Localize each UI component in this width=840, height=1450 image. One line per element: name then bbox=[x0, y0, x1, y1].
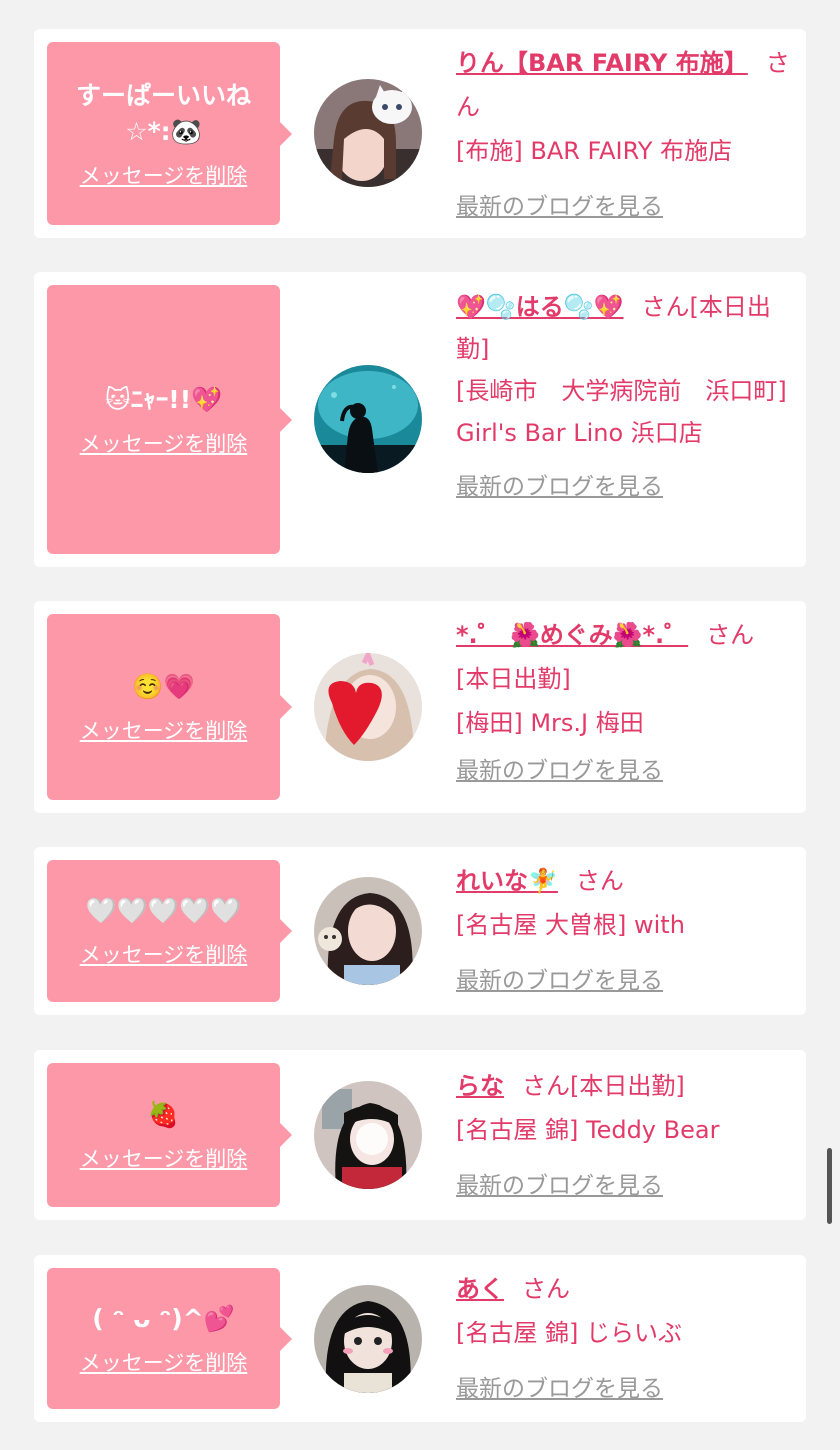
attendance-status: [本日出勤] bbox=[456, 665, 571, 693]
message-bubble: すーぱーいいね☆*:🐼 メッセージを削除 bbox=[47, 42, 292, 225]
name-row: らな さん[本日出勤] bbox=[456, 1064, 791, 1108]
message-card: 🤍🤍🤍🤍🤍 メッセージを削除 れいな🧚 さん [名古屋 大曽根] with 最新の… bbox=[34, 847, 806, 1015]
name-row: 💖🫧はる🫧💖 さん[本日出勤] bbox=[456, 286, 791, 370]
message-bubble: 🐱ﾆｬｰ!!💖 メッセージを削除 bbox=[47, 285, 292, 554]
delete-message-link[interactable]: メッセージを削除 bbox=[80, 1143, 248, 1173]
profile-info: 💖🫧はる🫧💖 さん[本日出勤] [長崎市 大学病院前 浜口町] Girl's Ba… bbox=[456, 286, 791, 508]
message-text: すーぱーいいね☆*:🐼 bbox=[75, 80, 251, 146]
profile-name-link[interactable]: れいな🧚 bbox=[456, 867, 558, 895]
message-bubble: 🤍🤍🤍🤍🤍 メッセージを削除 bbox=[47, 860, 292, 1002]
profile-info: *.゜ 🌺めぐみ🌺*.゜ さん [本日出勤] [梅田] Mrs.J 梅田 最新のブ… bbox=[456, 613, 791, 793]
name-row: りん【BAR FAIRY 布施】 さん bbox=[456, 41, 791, 129]
shop-name: [名古屋 錦] じらいぶ bbox=[456, 1319, 682, 1347]
profile-info: らな さん[本日出勤] [名古屋 錦] Teddy Bear 最新のブログを見る bbox=[456, 1064, 791, 1208]
profile-name-link[interactable]: 💖🫧はる🫧💖 bbox=[456, 293, 624, 321]
message-bubble: ( ᵔ ᴗ ᵔ)^💕 メッセージを削除 bbox=[47, 1268, 292, 1409]
profile-name-link[interactable]: りん【BAR FAIRY 布施】 bbox=[456, 49, 748, 77]
blog-link[interactable]: 最新のブログを見る bbox=[456, 959, 663, 1003]
shop-name: [名古屋 大曽根] with bbox=[456, 911, 685, 939]
name-row: れいな🧚 さん bbox=[456, 859, 791, 903]
avatar[interactable] bbox=[314, 877, 422, 985]
message-text: 🍓 bbox=[147, 1100, 180, 1129]
avatar[interactable] bbox=[314, 653, 422, 761]
delete-message-link[interactable]: メッセージを削除 bbox=[80, 1347, 248, 1377]
honorific: さん bbox=[706, 621, 755, 649]
delete-message-link[interactable]: メッセージを削除 bbox=[80, 428, 248, 458]
blog-link[interactable]: 最新のブログを見る bbox=[456, 749, 663, 793]
message-card: ☺️💗 メッセージを削除 *.゜ 🌺めぐみ🌺*.゜ さん [本日出勤] [梅田] … bbox=[34, 601, 806, 813]
message-card: 🍓 メッセージを削除 らな さん[本日出勤] [名古屋 錦] Teddy Bear… bbox=[34, 1050, 806, 1220]
shop-name: [名古屋 錦] Teddy Bear bbox=[456, 1116, 720, 1144]
blog-link[interactable]: 最新のブログを見る bbox=[456, 185, 663, 229]
message-text: 🤍🤍🤍🤍🤍 bbox=[85, 896, 242, 925]
profile-info: れいな🧚 さん [名古屋 大曽根] with 最新のブログを見る bbox=[456, 859, 791, 1003]
message-text: ( ᵔ ᴗ ᵔ)^💕 bbox=[92, 1303, 235, 1333]
delete-message-link[interactable]: メッセージを削除 bbox=[80, 160, 248, 190]
avatar[interactable] bbox=[314, 365, 422, 473]
profile-name-link[interactable]: *.゜ 🌺めぐみ🌺*.゜ bbox=[456, 621, 688, 649]
profile-name-link[interactable]: らな bbox=[456, 1072, 504, 1100]
shop-name: [梅田] Mrs.J 梅田 bbox=[456, 709, 644, 737]
blog-link[interactable]: 最新のブログを見る bbox=[456, 1164, 663, 1208]
message-card: ( ᵔ ᴗ ᵔ)^💕 メッセージを削除 あく さん [名古屋 錦] じらいぶ 最新… bbox=[34, 1255, 806, 1422]
delete-message-link[interactable]: メッセージを削除 bbox=[80, 715, 248, 745]
message-text: ☺️💗 bbox=[132, 672, 195, 701]
avatar[interactable] bbox=[314, 1081, 422, 1189]
honorific: さん bbox=[522, 1072, 570, 1100]
shop-name: [布施] BAR FAIRY 布施店 bbox=[456, 137, 733, 165]
honorific: さん bbox=[575, 867, 624, 895]
message-card: すーぱーいいね☆*:🐼 メッセージを削除 りん【BAR FAIRY 布施】 さん … bbox=[34, 29, 806, 238]
blog-link[interactable]: 最新のブログを見る bbox=[456, 1367, 663, 1411]
attendance-status: [本日出勤] bbox=[570, 1072, 685, 1100]
message-text: 🐱ﾆｬｰ!!💖 bbox=[104, 384, 223, 414]
honorific: さん bbox=[641, 293, 690, 321]
profile-info: りん【BAR FAIRY 布施】 さん [布施] BAR FAIRY 布施店 最新… bbox=[456, 41, 791, 229]
name-row: あく さん bbox=[456, 1267, 791, 1311]
name-row: *.゜ 🌺めぐみ🌺*.゜ さん bbox=[456, 613, 791, 657]
blog-link[interactable]: 最新のブログを見る bbox=[456, 466, 663, 508]
profile-info: あく さん [名古屋 錦] じらいぶ 最新のブログを見る bbox=[456, 1267, 791, 1411]
message-bubble: 🍓 メッセージを削除 bbox=[47, 1063, 292, 1207]
honorific: さん bbox=[522, 1275, 570, 1303]
message-bubble: ☺️💗 メッセージを削除 bbox=[47, 614, 292, 800]
profile-name-link[interactable]: あく bbox=[456, 1275, 504, 1303]
avatar[interactable] bbox=[314, 79, 422, 187]
delete-message-link[interactable]: メッセージを削除 bbox=[80, 939, 248, 969]
shop-name: [長崎市 大学病院前 浜口町] Girl's Bar Lino 浜口店 bbox=[456, 377, 787, 447]
message-card: 🐱ﾆｬｰ!!💖 メッセージを削除 💖🫧はる🫧💖 さん[本日出勤] [長崎市 大学病… bbox=[34, 272, 806, 567]
avatar[interactable] bbox=[314, 1285, 422, 1393]
scrollbar[interactable] bbox=[827, 1148, 832, 1224]
